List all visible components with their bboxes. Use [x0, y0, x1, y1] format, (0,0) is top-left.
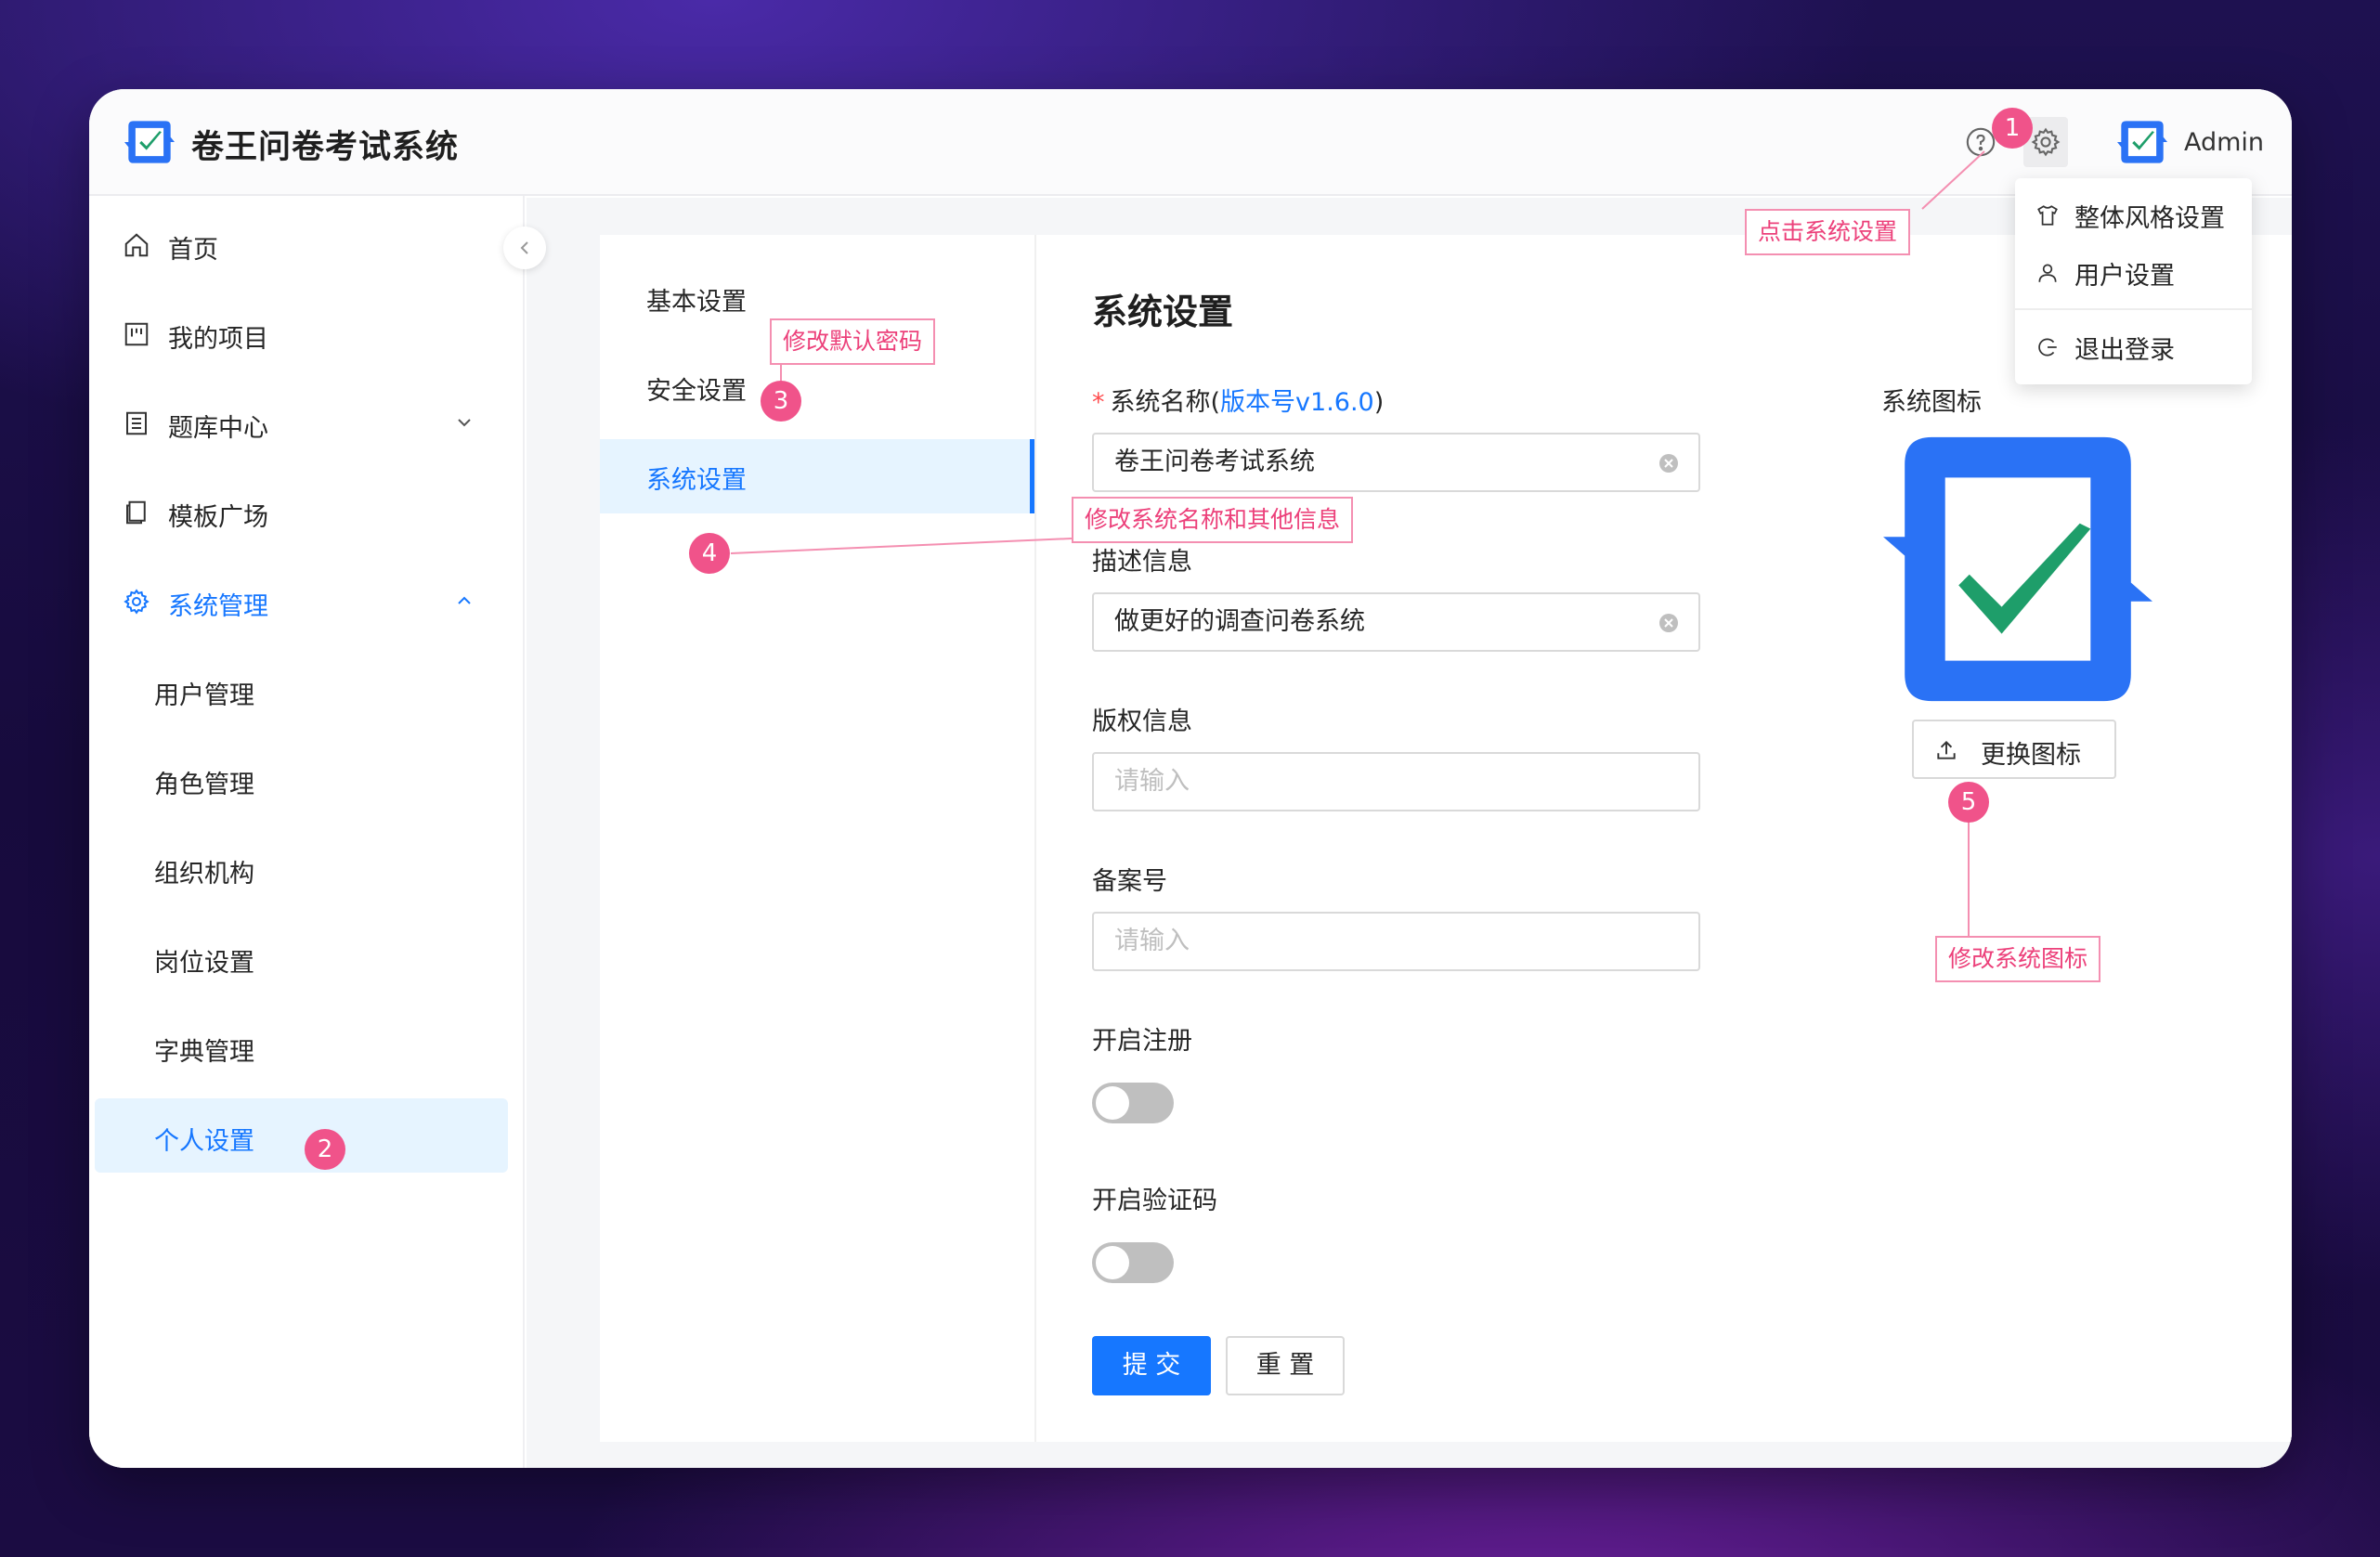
system-logo-icon	[1883, 436, 2152, 702]
sidebar-item-positions[interactable]: 岗位设置	[89, 920, 523, 994]
system-name-label: * 系统名称(版本号v1.6.0)	[1092, 382, 1384, 418]
reset-button[interactable]: 重 置	[1226, 1336, 1345, 1395]
annotation-change-system-info: 修改系统名称和其他信息	[1072, 497, 1354, 543]
sidebar: 首页 我的项目 题库中心 模板广场 系统管理 用户管理 角色管理 组织机构 岗位…	[89, 196, 525, 1468]
system-icon-label: 系统图标	[1881, 388, 1982, 417]
sidebar-item-label: 岗位设置	[154, 949, 254, 978]
icp-label: 备案号	[1092, 867, 1167, 896]
captcha-toggle[interactable]	[1092, 1242, 1174, 1283]
top-header: 卷王问卷考试系统 Admin	[89, 89, 2292, 196]
annotation-click-settings: 点击系统设置	[1745, 209, 1911, 255]
register-toggle[interactable]	[1092, 1083, 1174, 1123]
username[interactable]: Admin	[2184, 128, 2264, 157]
dropdown-item-logout[interactable]: 退出登录	[2015, 319, 2252, 375]
system-name-value: 卷王问卷考试系统	[1114, 448, 1315, 476]
app-logo-icon	[124, 121, 175, 163]
sidebar-item-label: 题库中心	[168, 414, 268, 443]
copyright-label: 版权信息	[1092, 707, 1192, 736]
gear-icon	[124, 589, 150, 615]
annotation-number-4: 4	[689, 533, 730, 574]
sidebar-item-label: 模板广场	[168, 503, 268, 532]
register-label: 开启注册	[1092, 1027, 1192, 1056]
description-label: 描述信息	[1092, 548, 1192, 577]
copyright-input[interactable]: 请输入	[1092, 752, 1700, 811]
annotation-number-5: 5	[1948, 782, 1989, 823]
dropdown-divider	[2015, 308, 2252, 310]
avatar[interactable]	[2117, 117, 2167, 167]
sidebar-item-personal-settings[interactable]: 个人设置	[95, 1098, 508, 1173]
system-name-label-suffix: )	[1373, 388, 1385, 417]
tab-label: 系统设置	[646, 466, 747, 495]
annotation-number-1: 1	[1992, 108, 2033, 149]
tab-label: 基本设置	[646, 288, 747, 317]
tab-system-settings[interactable]: 系统设置	[600, 439, 1034, 513]
sidebar-item-label: 组织机构	[154, 860, 254, 889]
template-icon	[126, 500, 146, 525]
sidebar-item-role-management[interactable]: 角色管理	[89, 742, 523, 816]
shirt-icon	[2037, 205, 2058, 226]
gear-icon	[2031, 127, 2061, 157]
settings-tabs: 基本设置 安全设置 系统设置	[600, 235, 1036, 1442]
annotation-number-2: 2	[305, 1129, 345, 1170]
annotation-change-icon: 修改系统图标	[1935, 936, 2101, 982]
dropdown-item-label: 退出登录	[2074, 335, 2175, 365]
book-icon	[126, 411, 147, 435]
submit-button[interactable]: 提 交	[1092, 1336, 1211, 1395]
sidebar-item-label: 首页	[168, 236, 218, 265]
icp-input[interactable]: 请输入	[1092, 912, 1700, 971]
user-dropdown-menu: 整体风格设置 用户设置 退出登录	[2015, 178, 2252, 384]
system-settings-form: 系统设置 * 系统名称(版本号v1.6.0) 卷王问卷考试系统 描述信息 做更好的…	[1092, 235, 1835, 1442]
app-window: 卷王问卷考试系统 Admin 整体风格设置 用户设置 退出登录 首页 我的项目 …	[89, 89, 2292, 1468]
sidebar-item-label: 字典管理	[154, 1038, 254, 1067]
description-value: 做更好的调查问卷系统	[1114, 607, 1365, 636]
user-icon	[2038, 264, 2057, 282]
sidebar-item-label: 我的项目	[168, 325, 268, 354]
sidebar-collapse-button[interactable]	[503, 227, 546, 269]
logout-icon	[2038, 338, 2057, 357]
clear-icon[interactable]	[1658, 612, 1680, 634]
settings-card: 基本设置 安全设置 系统设置 系统设置 * 系统名称(版本号v1.6.0) 卷王问…	[600, 235, 2292, 1442]
dropdown-item-label: 整体风格设置	[2074, 203, 2225, 233]
upload-icon	[1937, 740, 1956, 759]
sidebar-item-user-management[interactable]: 用户管理	[89, 653, 523, 727]
captcha-label: 开启验证码	[1092, 1187, 1217, 1215]
page-title: 系统设置	[1092, 292, 1234, 332]
change-icon-label: 更换图标	[1981, 741, 2081, 770]
sidebar-item-label: 系统管理	[168, 592, 268, 621]
chevron-up-icon	[458, 596, 471, 604]
sidebar-item-system-management[interactable]: 系统管理	[89, 564, 523, 638]
chevron-down-icon	[458, 419, 471, 427]
dropdown-item-user-settings[interactable]: 用户设置	[2015, 245, 2252, 301]
clear-icon[interactable]	[1658, 452, 1680, 474]
version-link[interactable]: 版本号v1.6.0	[1220, 388, 1374, 417]
required-mark: *	[1092, 388, 1105, 417]
annotation-number-3: 3	[761, 381, 801, 422]
sidebar-item-home[interactable]: 首页	[89, 207, 523, 281]
sidebar-item-organization[interactable]: 组织机构	[89, 831, 523, 905]
sidebar-item-label: 角色管理	[154, 771, 254, 799]
annotation-change-password: 修改默认密码	[770, 318, 936, 365]
system-name-input[interactable]: 卷王问卷考试系统	[1092, 433, 1700, 492]
sidebar-item-label: 个人设置	[154, 1127, 254, 1156]
sidebar-item-dictionary[interactable]: 字典管理	[89, 1009, 523, 1083]
sidebar-item-label: 用户管理	[154, 681, 254, 710]
sidebar-item-question-bank[interactable]: 题库中心	[89, 385, 523, 460]
change-icon-button[interactable]: 更换图标	[1912, 720, 2116, 779]
project-icon	[124, 322, 149, 346]
home-icon	[124, 233, 149, 257]
sidebar-item-templates[interactable]: 模板广场	[89, 474, 523, 549]
system-name-label-text: 系统名称(	[1110, 388, 1221, 417]
description-input[interactable]: 做更好的调查问卷系统	[1092, 592, 1700, 652]
app-title: 卷王问卷考试系统	[191, 129, 460, 166]
tab-label: 安全设置	[646, 377, 747, 406]
dropdown-item-label: 用户设置	[2074, 261, 2175, 291]
chevron-left-icon	[520, 241, 528, 254]
dropdown-item-theme[interactable]: 整体风格设置	[2015, 188, 2252, 243]
sidebar-item-projects[interactable]: 我的项目	[89, 296, 523, 370]
